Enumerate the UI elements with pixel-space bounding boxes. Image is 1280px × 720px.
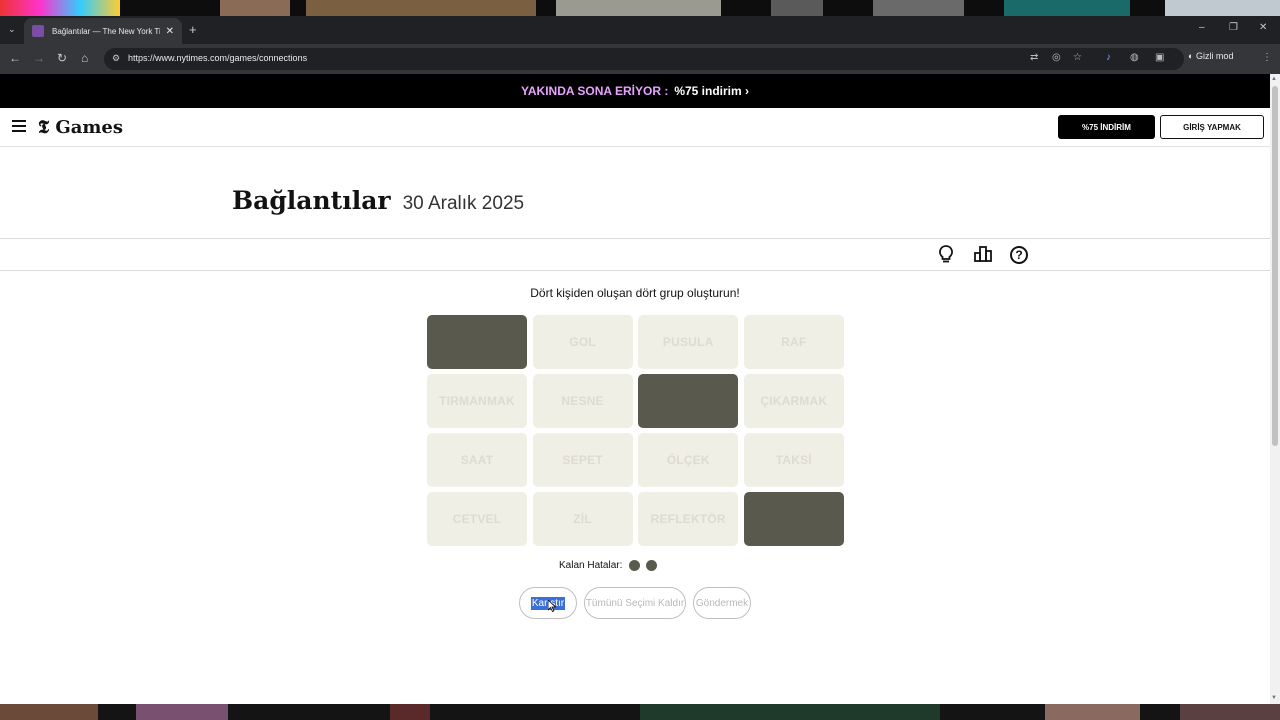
subscribe-button[interactable]: %75 İNDİRİM [1058, 115, 1155, 139]
word-card[interactable]: TAKSİ [743, 433, 844, 487]
word-card[interactable]: ÇIKARMAK [743, 374, 844, 428]
word-card[interactable]: SAAT [427, 433, 527, 487]
word-card[interactable]: NESNE [532, 374, 633, 428]
mistakes-label: Kalan Hatalar: [559, 560, 623, 571]
site-info-icon[interactable]: ⚙ [112, 53, 124, 65]
translate-icon[interactable]: ⇄ [1030, 52, 1038, 63]
hamburger-menu-icon[interactable] [12, 120, 26, 134]
word-card[interactable]: GOL [532, 315, 633, 369]
promo-offer[interactable]: %75 indirim › [674, 84, 749, 98]
tab-close-icon[interactable]: ✕ [166, 26, 174, 37]
window-close-icon[interactable]: ✕ [1259, 22, 1267, 33]
word-card[interactable]: ÖLÇEK [638, 433, 739, 487]
browser-tab[interactable]: Bağlantılar — The New York Tim ✕ [24, 18, 182, 44]
word-card[interactable]: SEPET [532, 433, 633, 487]
thumbnail-strip-bottom [0, 704, 1280, 720]
promo-banner[interactable]: YAKINDA SONA ERİYOR : %75 indirim › [0, 74, 1270, 108]
incognito-indicator[interactable]: ◐ Gizli mod [1188, 51, 1233, 61]
page-title: Bağlantılar [232, 186, 391, 215]
page-scrollbar[interactable]: ▲ ▼ [1270, 74, 1280, 704]
incognito-label: Gizli mod [1195, 51, 1234, 61]
word-card[interactable]: RAF [743, 315, 844, 369]
game-titlebar: Bağlantılar 30 Aralık 2025 [232, 186, 524, 215]
scrollbar-thumb[interactable] [1272, 86, 1278, 446]
game-instruction: Dört kişiden oluşan dört grup oluşturun! [530, 286, 740, 300]
word-card[interactable]: REFLEKTÖR [638, 492, 739, 546]
home-icon[interactable]: ⌂ [81, 51, 88, 65]
word-grid: GOL PUSULA RAF TIRMANMAK NESNE ÇIKARMAK SAAT SE… [427, 315, 844, 546]
promo-highlight: YAKINDA SONA ERİYOR : [520, 84, 669, 98]
menu-kebab-icon[interactable]: ⋮ [1262, 52, 1272, 63]
word-card[interactable]: ZİL [532, 492, 633, 546]
new-tab-icon[interactable]: + [189, 22, 197, 37]
login-button[interactable]: GİRİŞ YAPMAK [1160, 115, 1264, 139]
word-card[interactable]: TIRMANMAK [427, 374, 527, 428]
word-card[interactable] [427, 315, 527, 369]
restore-icon[interactable]: ❐ [1229, 22, 1238, 33]
extension-icon[interactable]: ◍ [1130, 52, 1139, 63]
reload-icon[interactable]: ↻ [57, 51, 67, 65]
extension-audio-icon[interactable]: ♪ [1106, 52, 1111, 63]
back-icon[interactable]: ← [9, 51, 21, 65]
extensions-puzzle-icon[interactable]: ▣ [1155, 52, 1164, 63]
divider [0, 270, 1270, 271]
word-card[interactable] [743, 492, 844, 546]
nyt-games-logo[interactable]: 𝕿 Games [38, 117, 123, 138]
tab-search-chevron-icon[interactable]: ⌄ [8, 24, 16, 35]
minimize-icon[interactable]: – [1199, 22, 1205, 33]
url-text[interactable]: https://www.nytimes.com/games/connection… [128, 53, 307, 63]
mistakes-remaining: Kalan Hatalar: [559, 560, 658, 571]
eye-off-icon[interactable]: ◎ [1052, 52, 1061, 63]
leaderboard-icon[interactable] [973, 244, 993, 264]
mistake-dot [629, 560, 641, 571]
tab-title: Bağlantılar — The New York Tim [52, 26, 160, 36]
mistakes-dots [623, 560, 658, 571]
browser-tab-bar: ⌄ Bağlantılar — The New York Tim ✕ + – ❐… [0, 16, 1280, 44]
help-icon[interactable]: ? [1010, 246, 1028, 264]
scroll-down-icon[interactable]: ▼ [1271, 695, 1277, 701]
bookmark-star-icon[interactable]: ☆ [1073, 52, 1082, 63]
lightbulb-hint-icon[interactable] [936, 244, 956, 264]
word-card[interactable] [638, 374, 739, 428]
page-viewport: YAKINDA SONA ERİYOR : %75 indirim › 𝕿 Ga… [0, 74, 1270, 704]
puzzle-date: 30 Aralık 2025 [402, 193, 525, 214]
thumbnail-strip-top [0, 0, 1280, 16]
forward-icon[interactable]: → [33, 51, 45, 65]
divider [0, 238, 1270, 239]
mistake-dot [646, 560, 658, 571]
word-card[interactable]: CETVEL [427, 492, 527, 546]
incognito-icon: ◐ [1188, 51, 1196, 61]
word-card[interactable]: PUSULA [638, 315, 739, 369]
address-bar[interactable]: ⚙ https://www.nytimes.com/games/connecti… [104, 48, 1184, 70]
logo-text: Games [55, 117, 123, 138]
deselect-all-button[interactable]: Tümünü Seçimi Kaldır [584, 587, 686, 619]
browser-toolbar: ← → ↻ ⌂ ⚙ https://www.nytimes.com/games/… [0, 44, 1280, 74]
favicon-icon [32, 25, 44, 37]
mouse-cursor-icon [548, 600, 556, 612]
scroll-up-icon[interactable]: ▲ [1271, 76, 1277, 82]
submit-button[interactable]: Göndermek [693, 587, 751, 619]
